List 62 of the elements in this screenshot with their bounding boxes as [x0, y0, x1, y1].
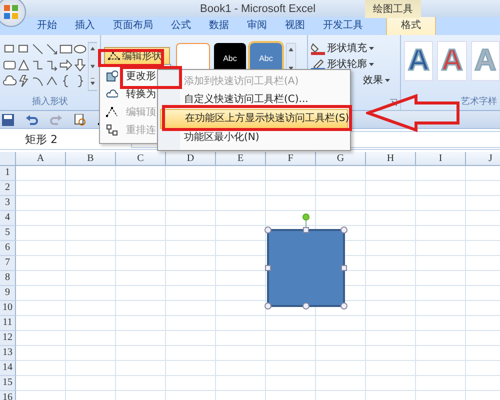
column-header[interactable]: F [266, 152, 316, 166]
print-preview-icon[interactable] [74, 114, 86, 126]
row-header[interactable]: 14 [0, 361, 16, 376]
office-logo-icon[interactable] [3, 4, 19, 20]
shape-command[interactable]: 形状填充 [311, 41, 397, 55]
edit-points-icon[interactable] [108, 51, 120, 61]
row-header[interactable]: 5 [0, 226, 16, 241]
column-header[interactable]: I [416, 152, 466, 166]
menu-item[interactable]: 在功能区上方显示快速访问工具栏(S) [160, 109, 348, 129]
column-header[interactable]: C [116, 152, 166, 166]
menu-item[interactable]: 功能区最小化(N) [158, 129, 350, 147]
window-title: Book1 - Microsoft Excel [200, 2, 317, 14]
dropdown-arrow-icon[interactable] [385, 78, 390, 82]
wordart-sample[interactable]: A [404, 41, 434, 81]
annotation-frame [120, 66, 182, 89]
dropdown-arrow-icon[interactable] [369, 62, 374, 66]
paint-icon[interactable] [311, 42, 325, 54]
column-header[interactable]: G [316, 152, 366, 166]
ribbon-tab[interactable]: 公式 [162, 16, 200, 35]
wordart-sample[interactable]: A [437, 41, 467, 81]
gallery-scroll-icon[interactable] [88, 41, 97, 92]
column-header[interactable]: J [466, 152, 500, 166]
menu-item-icon[interactable] [106, 88, 118, 100]
row-header[interactable]: 6 [0, 241, 16, 256]
row-header[interactable]: 3 [0, 196, 16, 211]
ribbon-tab[interactable]: 开始 [28, 16, 66, 35]
row-header[interactable]: 4 [0, 211, 16, 226]
group-label: 插入形状 [31, 96, 69, 109]
row-header[interactable]: 10 [0, 301, 16, 316]
row-header[interactable]: 13 [0, 346, 16, 361]
group-label: 艺术字样 [460, 96, 498, 109]
row-header[interactable]: 7 [0, 256, 16, 271]
row-header[interactable]: 16 [0, 391, 16, 400]
row-header[interactable]: 15 [0, 376, 16, 391]
row-header[interactable]: 9 [0, 286, 16, 301]
row-header[interactable]: 8 [0, 271, 16, 286]
menu-item[interactable]: 自定义快速访问工具栏(C)... [158, 91, 350, 109]
column-header[interactable]: E [216, 152, 266, 166]
shape-command[interactable]: 效果 [311, 73, 397, 87]
row-header[interactable]: 11 [0, 316, 16, 331]
undo-icon[interactable] [26, 114, 38, 126]
worksheet-grid[interactable]: A B C D E F G H I J 1 2 3 4 5 6 7 8 9 10 11 12 13 14 15 16 [0, 152, 500, 400]
column-header[interactable]: H [366, 152, 416, 166]
menu-item-icon[interactable] [106, 70, 118, 82]
annotation-frame [98, 49, 164, 67]
row-header[interactable]: 12 [0, 331, 16, 346]
column-header[interactable]: D [166, 152, 216, 166]
ribbon-tab[interactable]: 数据 [200, 16, 238, 35]
office-button[interactable] [0, 0, 26, 27]
dialog-launcher-icon[interactable] [390, 99, 397, 106]
ribbon-tab[interactable]: 开发工具 [314, 16, 372, 35]
ribbon-tab[interactable]: 审阅 [238, 16, 276, 35]
column-header[interactable]: B [66, 152, 116, 166]
ribbon-tab[interactable]: 视图 [276, 16, 314, 35]
row-header[interactable]: 1 [0, 166, 16, 181]
save-icon[interactable] [2, 114, 14, 126]
row-header[interactable]: 2 [0, 181, 16, 196]
ribbon-tab[interactable]: 插入 [66, 16, 104, 35]
column-header[interactable]: A [16, 152, 66, 166]
context-tab-group: 绘图工具 [365, 0, 421, 18]
dropdown-arrow-icon[interactable] [369, 46, 374, 50]
ribbon-tab[interactable]: 页面布局 [104, 16, 162, 35]
